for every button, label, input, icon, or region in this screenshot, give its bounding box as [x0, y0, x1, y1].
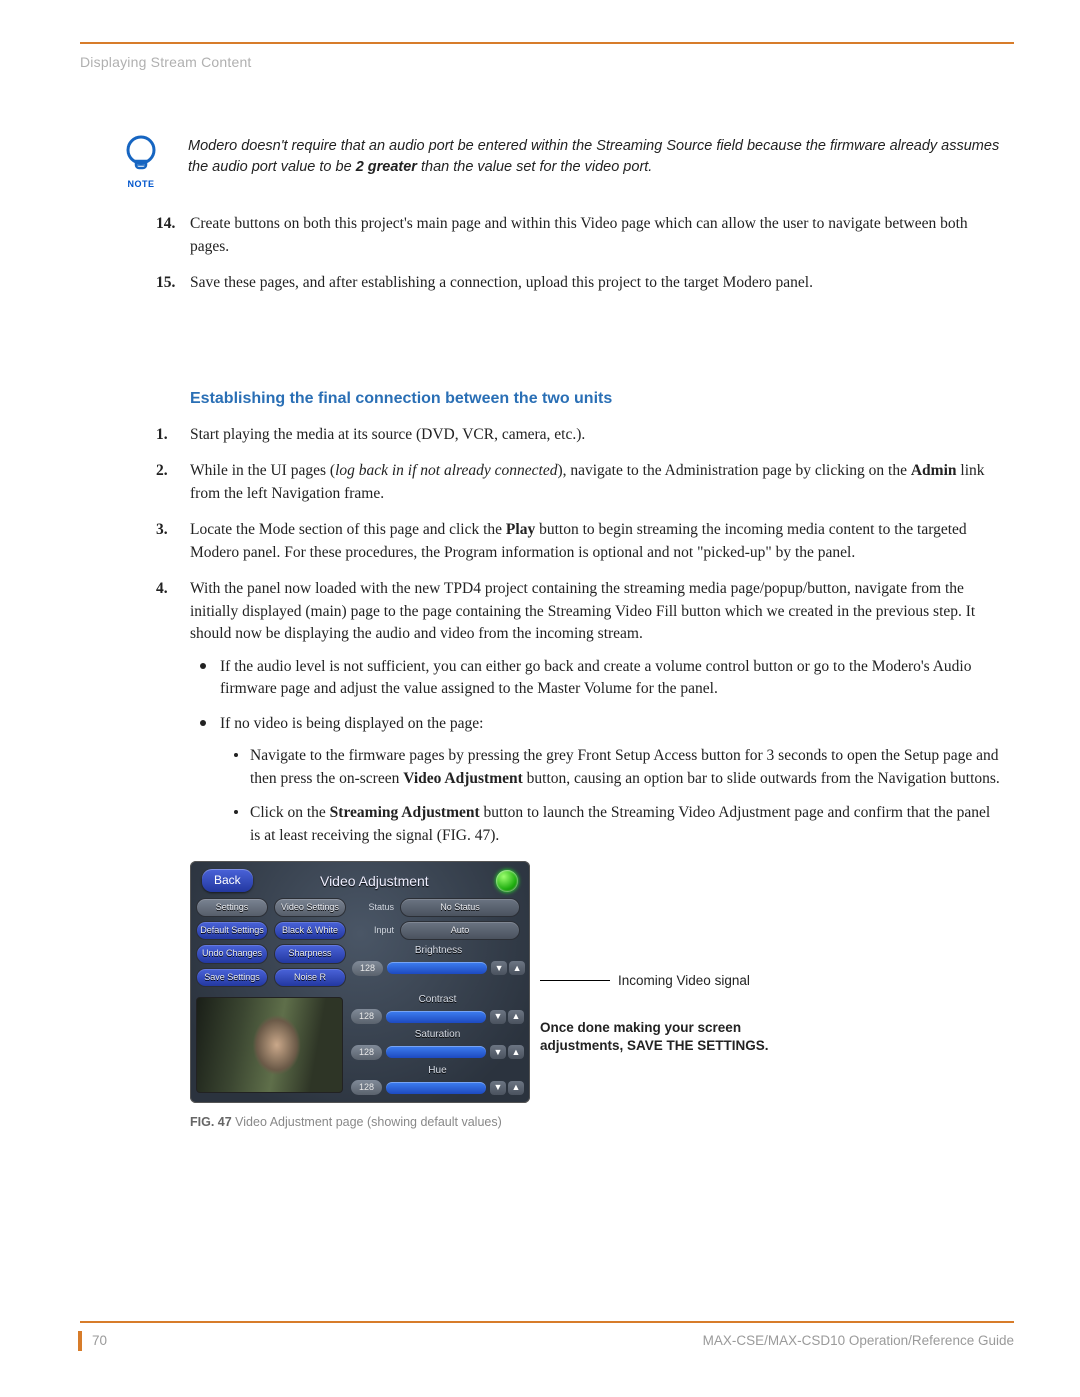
video-settings-header: Video Settings: [274, 898, 346, 917]
step-3: Locate the Mode section of this page and…: [190, 519, 1004, 564]
panel-title: Video Adjustment: [320, 871, 429, 891]
step-14: Create buttons on both this project's ma…: [190, 213, 1004, 258]
t: While in the UI pages (: [190, 462, 335, 479]
default-settings-button[interactable]: Default Settings: [196, 921, 268, 940]
page-footer: 70 MAX-CSE/MAX-CSD10 Operation/Reference…: [80, 1321, 1014, 1351]
t: button, causing an option bar to slide o…: [523, 770, 1000, 787]
up-icon[interactable]: ▲: [509, 961, 525, 975]
callout-incoming-video: Incoming Video signal: [618, 971, 750, 991]
step-4: With the panel now loaded with the new T…: [190, 578, 1004, 847]
slider-value: 128: [351, 1009, 382, 1024]
page-number: 70: [78, 1331, 107, 1351]
callout-leader-line: [540, 980, 610, 981]
video-adjustment-panel: Back Video Adjustment Settings Default S…: [190, 861, 530, 1103]
down-icon[interactable]: ▼: [490, 1010, 506, 1024]
status-value: No Status: [400, 898, 520, 917]
t-b: Play: [506, 521, 535, 538]
slider-bar[interactable]: [387, 962, 487, 974]
note-text: Modero doesn't require that an audio por…: [188, 132, 1004, 178]
steps-1-4: Start playing the media at its source (D…: [118, 424, 1004, 847]
page-content: NOTE Modero doesn't require that an audi…: [80, 132, 1014, 1131]
doc-title: MAX-CSE/MAX-CSD10 Operation/Reference Gu…: [703, 1331, 1014, 1351]
t-b: Video Adjustment: [403, 770, 523, 787]
figure-47: Back Video Adjustment Settings Default S…: [118, 861, 1004, 1103]
slider-value: 128: [352, 961, 383, 976]
note-text-post: than the value set for the video port.: [417, 159, 652, 175]
t: Click on the: [250, 804, 330, 821]
bullets: If the audio level is not sufficient, yo…: [190, 656, 1004, 847]
t: If no video is being displayed on the pa…: [220, 715, 483, 732]
note-text-bold: 2 greater: [356, 159, 417, 175]
step-2: While in the UI pages (log back in if no…: [190, 460, 1004, 505]
saturation-slider[interactable]: Saturation 128 ▼▲: [351, 1028, 524, 1060]
contrast-slider[interactable]: Contrast 128 ▼▲: [351, 993, 524, 1025]
t: Locate the Mode section of this page and…: [190, 521, 506, 538]
sub-bullets: Navigate to the firmware pages by pressi…: [220, 745, 1004, 847]
status-led-icon: [496, 870, 518, 892]
back-button[interactable]: Back: [202, 869, 253, 892]
note-block: NOTE Modero doesn't require that an audi…: [118, 132, 1004, 191]
bullet-audio: If the audio level is not sufficient, yo…: [218, 656, 1004, 701]
sub-2: Click on the Streaming Adjustment button…: [250, 802, 1004, 847]
down-icon[interactable]: ▼: [490, 1045, 506, 1059]
hue-slider[interactable]: Hue 128 ▼▲: [351, 1064, 524, 1096]
up-icon[interactable]: ▲: [508, 1010, 524, 1024]
save-settings-button[interactable]: Save Settings: [196, 968, 268, 987]
sharpness-button[interactable]: Sharpness: [274, 944, 346, 963]
top-rule: [80, 42, 1014, 44]
slider-label: Saturation: [415, 1028, 461, 1043]
slider-label: Hue: [428, 1064, 446, 1079]
noise-button[interactable]: Noise R: [274, 968, 346, 987]
status-key: Status: [352, 901, 394, 914]
t-b: Streaming Adjustment: [330, 804, 480, 821]
section-header: Displaying Stream Content: [80, 52, 1014, 72]
slider-label: Brightness: [415, 944, 462, 959]
undo-changes-button[interactable]: Undo Changes: [196, 944, 268, 963]
incoming-video-preview: [196, 997, 343, 1093]
slider-value: 128: [351, 1080, 382, 1095]
slider-bar[interactable]: [386, 1082, 486, 1094]
step-1: Start playing the media at its source (D…: [190, 424, 1004, 446]
lightbulb-icon: [121, 132, 161, 176]
bw-button[interactable]: Black & White: [274, 921, 346, 940]
bullet-novideo: If no video is being displayed on the pa…: [218, 713, 1004, 847]
t-em: log back in if not already connected: [335, 462, 557, 479]
sub-1: Navigate to the firmware pages by pressi…: [250, 745, 1004, 790]
up-icon[interactable]: ▲: [508, 1045, 524, 1059]
figure-callouts: Incoming Video signal Once done making y…: [530, 861, 820, 1055]
step-15: Save these pages, and after establishing…: [190, 272, 1004, 294]
input-key: Input: [352, 924, 394, 937]
slider-label: Contrast: [419, 993, 457, 1008]
slider-bar[interactable]: [386, 1046, 486, 1058]
steps-14-15: Create buttons on both this project's ma…: [118, 213, 1004, 294]
slider-value: 128: [351, 1045, 382, 1060]
t-b: Admin: [911, 462, 957, 479]
down-icon[interactable]: ▼: [490, 1081, 506, 1095]
note-label: NOTE: [127, 178, 154, 191]
down-icon[interactable]: ▼: [491, 961, 507, 975]
t: ), navigate to the Administration page b…: [557, 462, 910, 479]
callout-save-settings: Once done making your screen adjustments…: [540, 1019, 820, 1055]
fig-number: FIG. 47: [190, 1115, 232, 1129]
section-heading: Establishing the final connection betwee…: [118, 387, 1004, 410]
t: With the panel now loaded with the new T…: [190, 580, 975, 642]
figure-caption: FIG. 47 Video Adjustment page (showing d…: [118, 1113, 1004, 1131]
slider-bar[interactable]: [386, 1011, 486, 1023]
up-icon[interactable]: ▲: [508, 1081, 524, 1095]
brightness-slider[interactable]: Brightness 128 ▼▲: [352, 944, 525, 976]
input-value[interactable]: Auto: [400, 921, 520, 940]
settings-header: Settings: [196, 898, 268, 917]
note-icon: NOTE: [118, 132, 164, 191]
fig-text: Video Adjustment page (showing default v…: [232, 1115, 502, 1129]
